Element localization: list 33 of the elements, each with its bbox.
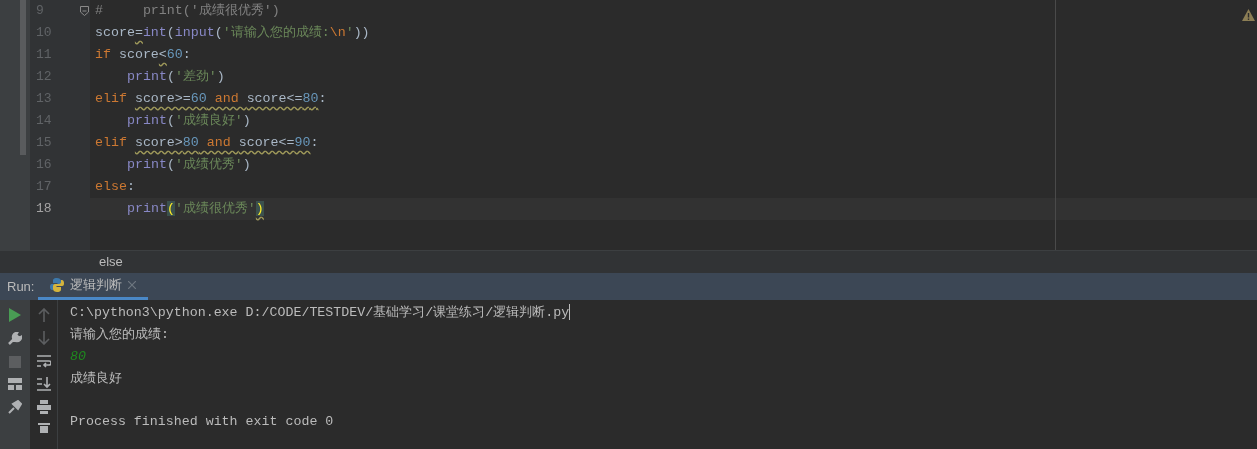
print-icon[interactable] [36, 400, 51, 414]
python-icon [50, 278, 64, 292]
code-line: elif score>=60 and score<=80: [95, 90, 327, 109]
code-line: print('成绩优秀') [127, 156, 251, 175]
pin-icon[interactable] [8, 400, 22, 414]
wrench-icon[interactable] [8, 332, 22, 346]
scrollbar[interactable] [20, 0, 26, 155]
warning-icon[interactable] [1242, 9, 1255, 21]
trash-icon[interactable] [37, 423, 50, 433]
console-line: C:\python3\python.exe D:/CODE/TESTDEV/基础学习/课堂练习/逻辑判断.py [70, 303, 571, 323]
code-line: print('差劲') [127, 68, 225, 87]
code-line: print('成绩很优秀') [127, 200, 264, 219]
code-line: print('成绩良好') [127, 112, 251, 131]
close-icon[interactable] [128, 281, 136, 289]
run-icon[interactable] [9, 308, 21, 322]
console-line: 成绩良好 [70, 370, 122, 388]
console-line: 请输入您的成绩: [70, 326, 169, 344]
code-line: if score<60: [95, 46, 191, 65]
breadcrumb[interactable]: else [99, 252, 123, 272]
run-label: Run: [6, 277, 36, 296]
soft-wrap-icon[interactable] [36, 354, 51, 368]
typed-input-text: 80 [70, 348, 86, 366]
code-line: score=int(input('请输入您的成绩:\n')) [95, 24, 370, 43]
down-arrow-icon[interactable] [37, 331, 50, 345]
scroll-to-end-icon[interactable] [36, 377, 51, 391]
up-arrow-icon[interactable] [37, 308, 50, 322]
layout-icon[interactable] [8, 378, 22, 390]
code-line: elif score>80 and score<=90: [95, 134, 319, 153]
console-line: Process finished with exit code 0 [70, 413, 334, 431]
code-line: # print('成绩很优秀') [95, 2, 280, 21]
fold-icon[interactable] [80, 6, 89, 16]
code-line: else: [95, 178, 135, 197]
line-number: 18 [36, 200, 52, 219]
